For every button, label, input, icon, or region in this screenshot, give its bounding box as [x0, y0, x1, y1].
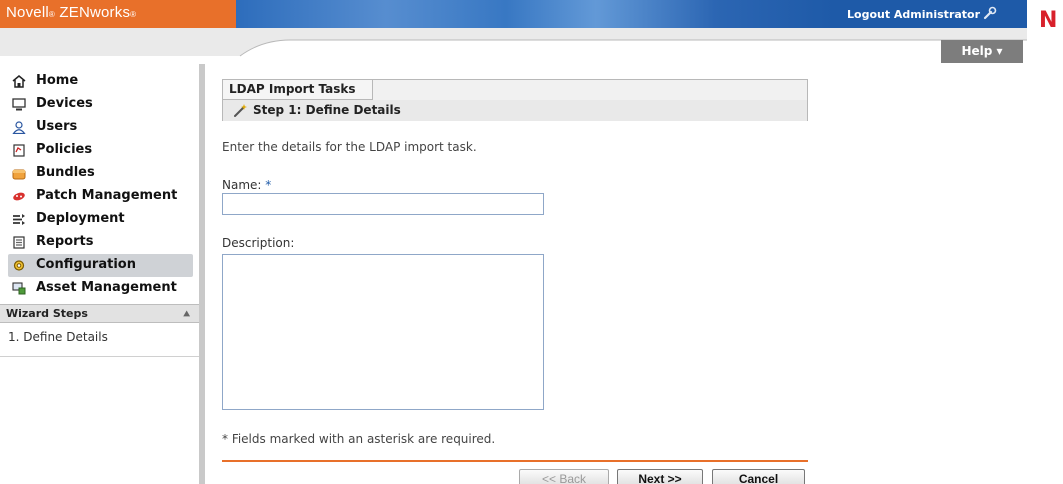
intro-text: Enter the details for the LDAP import ta…	[222, 140, 477, 154]
sidebar-item-label: Bundles	[36, 165, 95, 180]
user-icon	[12, 121, 26, 134]
collapse-icon[interactable]: ⯅	[182, 306, 191, 323]
wizard-wand-icon	[234, 104, 247, 117]
step-title: Step 1: Define Details	[253, 103, 401, 117]
monitor-icon	[12, 98, 26, 111]
cancel-button[interactable]: Cancel	[712, 469, 805, 484]
sidebar-item-label: Users	[36, 119, 78, 134]
next-button[interactable]: Next >>	[617, 469, 703, 484]
sidebar-item-patch-management[interactable]: Patch Management	[0, 185, 199, 208]
name-label: Name: *	[222, 178, 271, 192]
deployment-icon	[13, 214, 25, 225]
brand-block: Novell® ZENworks®	[0, 0, 236, 28]
sidebar-item-label: Asset Management	[36, 280, 177, 295]
sidebar-item-label: Reports	[36, 234, 94, 249]
sidebar-item-users[interactable]: Users	[0, 116, 199, 139]
sidebar-item-label: Deployment	[36, 211, 125, 226]
help-menu[interactable]: Help ▾	[941, 40, 1023, 63]
wrench-icon[interactable]	[982, 5, 998, 21]
wizard-divider	[0, 356, 199, 357]
sidebar-item-asset-management[interactable]: Asset Management	[0, 277, 199, 300]
sidebar-item-bundles[interactable]: Bundles	[0, 162, 199, 185]
patch-icon	[13, 192, 25, 201]
sidebar-item-label: Home	[36, 73, 79, 88]
wizard-step-1[interactable]: 1. Define Details	[8, 330, 108, 344]
sidebar: Home Devices Users Policies Bundles Patc…	[0, 64, 205, 484]
step-header: Step 1: Define Details	[223, 100, 807, 121]
back-button[interactable]: << Back	[519, 469, 609, 484]
sidebar-item-label: Policies	[36, 142, 93, 157]
required-fields-note: * Fields marked with an asterisk are req…	[222, 432, 496, 446]
required-asterisk: *	[265, 178, 272, 192]
sidebar-item-label: Configuration	[36, 257, 136, 272]
tab-ldap-import-tasks[interactable]: LDAP Import Tasks	[223, 80, 373, 100]
policy-icon	[13, 144, 25, 157]
brand-logo: Novell® ZENworks®	[6, 4, 137, 21]
top-banner: Novell® ZENworks® Logout Administrator	[0, 0, 1027, 28]
sidebar-item-home[interactable]: Home	[0, 70, 199, 93]
sidebar-item-policies[interactable]: Policies	[0, 139, 199, 162]
sidebar-item-devices[interactable]: Devices	[0, 93, 199, 116]
configuration-icon	[13, 260, 25, 271]
sidebar-nav: Home Devices Users Policies Bundles Patc…	[0, 64, 199, 300]
sidebar-item-deployment[interactable]: Deployment	[0, 208, 199, 231]
banner-art	[236, 0, 836, 28]
novell-logo: N	[1039, 8, 1058, 33]
report-icon	[13, 236, 25, 249]
sidebar-item-reports[interactable]: Reports	[0, 231, 199, 254]
bundle-icon	[12, 169, 26, 180]
asset-icon	[12, 282, 26, 295]
name-input[interactable]	[222, 193, 544, 215]
name-label-text: Name:	[222, 178, 262, 192]
sub-header	[0, 28, 1027, 64]
description-textarea[interactable]	[222, 254, 544, 410]
panel-header: LDAP Import Tasks Step 1: Define Details	[222, 79, 808, 121]
header-curve	[0, 28, 1027, 57]
logout-link[interactable]: Logout Administrator	[847, 8, 980, 21]
sidebar-item-configuration[interactable]: Configuration	[8, 254, 193, 277]
footer-divider	[222, 460, 808, 462]
sidebar-item-label: Devices	[36, 96, 93, 111]
home-icon	[12, 75, 26, 88]
sidebar-item-label: Patch Management	[36, 188, 178, 203]
wizard-steps-header: Wizard Steps ⯅	[0, 304, 199, 323]
description-label: Description:	[222, 236, 295, 250]
wizard-steps-title: Wizard Steps	[6, 307, 88, 320]
